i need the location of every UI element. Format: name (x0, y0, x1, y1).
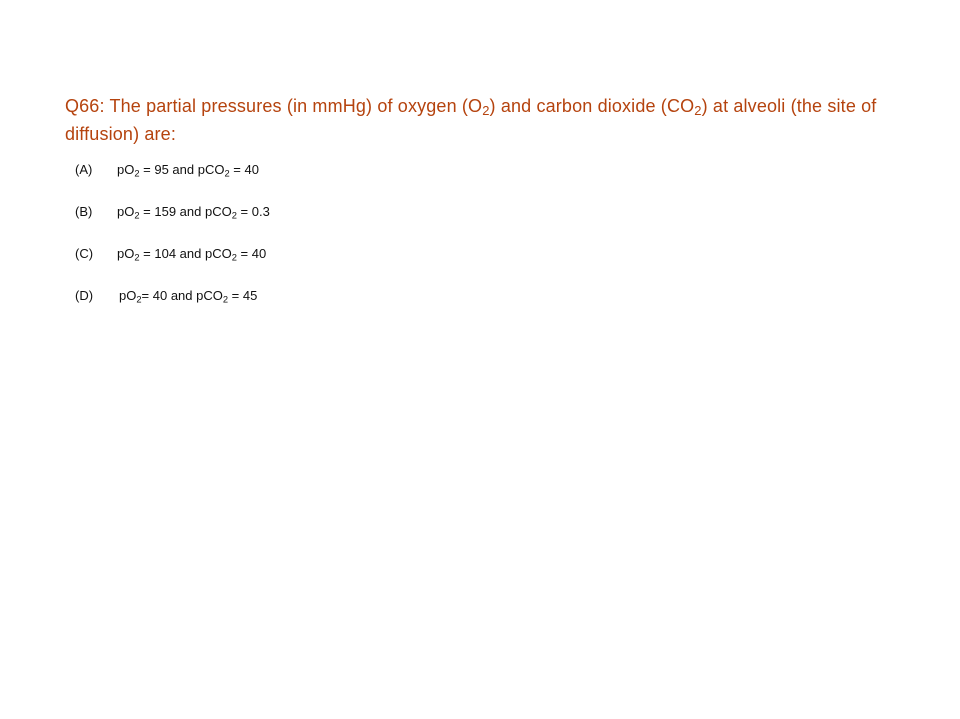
question-subscript-o2: 2 (482, 103, 490, 119)
option-text-part: pO (117, 204, 135, 219)
question-subscript-co2: 2 (694, 103, 702, 119)
option-text-part: pO (119, 288, 137, 303)
option-text-part: = 40 and pCO (141, 288, 223, 303)
option-b[interactable]: (B) pO2 = 159 and pCO2 = 0.3 (75, 204, 675, 246)
option-text-part: pO (117, 246, 135, 261)
question-mid: ) and carbon dioxide (CO (489, 96, 695, 116)
option-text-part: = 104 and pCO (139, 246, 232, 261)
option-letter: (A) (75, 162, 93, 177)
question-text: Q66: The partial pressures (in mmHg) of … (65, 92, 895, 148)
option-text: pO2 = 159 and pCO2 = 0.3 (117, 204, 270, 220)
option-letter: (B) (75, 204, 93, 219)
option-text: pO2= 40 and pCO2 = 45 (119, 288, 258, 304)
option-text-part: = 40 (229, 162, 259, 177)
option-text-part: = 45 (228, 288, 258, 303)
option-text-part: = 0.3 (236, 204, 270, 219)
option-text-part: = 159 and pCO (139, 204, 232, 219)
option-a[interactable]: (A) pO2 = 95 and pCO2 = 40 (75, 162, 675, 204)
option-text-part: = 95 and pCO (139, 162, 225, 177)
option-text: pO2 = 95 and pCO2 = 40 (117, 162, 259, 178)
option-d[interactable]: (D) pO2= 40 and pCO2 = 45 (75, 288, 675, 330)
answer-options: (A) pO2 = 95 and pCO2 = 40 (B) pO2 = 159… (75, 162, 675, 330)
slide: Q66: The partial pressures (in mmHg) of … (0, 0, 960, 719)
option-text-part: = 40 (236, 246, 267, 261)
question-lead: Q66: The partial pressures (in mmHg) of … (65, 96, 483, 116)
option-text-part: pO (117, 162, 135, 177)
option-letter: (C) (75, 246, 94, 261)
option-letter: (D) (75, 288, 94, 303)
option-c[interactable]: (C) pO2 = 104 and pCO2 = 40 (75, 246, 675, 288)
option-text: pO2 = 104 and pCO2 = 40 (117, 246, 267, 262)
